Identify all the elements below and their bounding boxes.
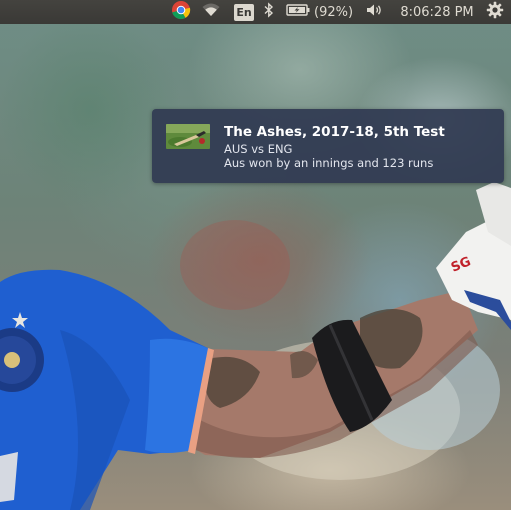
bluetooth-icon (264, 2, 274, 22)
desktop-wallpaper: SG (0, 0, 511, 510)
keyboard-layout-indicator[interactable]: En (233, 0, 255, 24)
wallpaper-photo: SG (0, 182, 511, 510)
battery-percentage: (92%) (314, 4, 354, 20)
wifi-icon (202, 3, 220, 21)
battery-charging-icon (286, 3, 310, 21)
speaker-icon (366, 3, 384, 21)
notification-title: The Ashes, 2017-18, 5th Test (224, 124, 445, 140)
battery-indicator[interactable]: (92%) (286, 0, 356, 24)
top-panel: En (92%) 8:06:28 PM (0, 0, 511, 24)
sound-indicator[interactable] (364, 0, 386, 24)
chrome-indicator[interactable] (170, 0, 192, 24)
gear-icon (486, 1, 504, 23)
keyboard-layout-label: En (234, 3, 254, 21)
clock[interactable]: 8:06:28 PM (398, 0, 476, 24)
desktop-screen: SG En (92%) 8:06:28 PM The Ashes, 2017-1… (0, 0, 511, 510)
system-settings-indicator[interactable] (484, 0, 506, 24)
notification-body-line: Aus won by an innings and 123 runs (224, 156, 434, 170)
bluetooth-indicator[interactable] (262, 0, 276, 24)
notification-thumbnail (166, 124, 210, 149)
wifi-indicator[interactable] (201, 0, 221, 24)
notification-bubble[interactable]: The Ashes, 2017-18, 5th Test AUS vs ENG … (152, 109, 504, 183)
notification-body-line: AUS vs ENG (224, 142, 293, 156)
chrome-icon (171, 0, 191, 24)
